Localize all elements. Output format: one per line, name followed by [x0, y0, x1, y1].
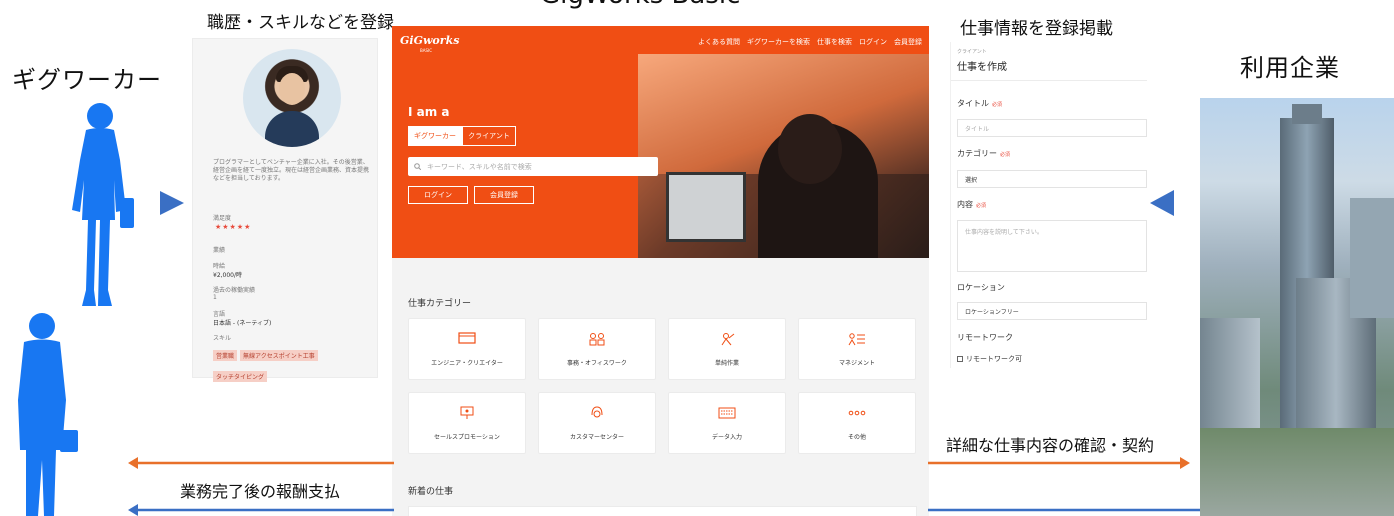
company-label: 利用企業: [1240, 54, 1340, 82]
remote-checkbox[interactable]: [957, 356, 963, 362]
gigworks-site: GiGworks BASIC よくある質問 ギグワーカーを検索 仕事を検索 ログ…: [392, 26, 929, 516]
recent-label: 過去の稼働実績: [213, 287, 256, 294]
form-heading: 仕事を作成: [957, 62, 1007, 73]
arrow-right-icon: [160, 191, 184, 215]
search-placeholder: キーワード、スキルや名前で検索: [427, 162, 532, 171]
rate-value: ¥2,000/時: [213, 272, 243, 279]
category-label: マネジメント: [838, 359, 875, 367]
nav-login[interactable]: ログイン: [859, 37, 887, 47]
category-label: セールスプロモーション: [434, 433, 500, 441]
location-label: ロケーション: [957, 283, 1005, 292]
lang-label: 言語: [213, 311, 226, 318]
category-label: データ入力: [711, 433, 742, 441]
rate-label: 時給: [213, 263, 226, 270]
site-logo[interactable]: GiGworks: [400, 34, 459, 47]
category-label: 単純作業: [714, 359, 739, 367]
remote-checkbox-label: リモートワーク可: [966, 355, 1022, 363]
register-button[interactable]: 会員登録: [474, 186, 534, 204]
top-nav: よくある質問 ギグワーカーを検索 仕事を検索 ログイン 会員登録: [698, 37, 922, 47]
category-select[interactable]: 選択: [957, 170, 1147, 188]
profile-bio: プログラマーとしてベンチャー企業に入社。その後営業、経営企画を経て一度独立。現在…: [213, 159, 370, 182]
flow-right-text: 詳細な仕事内容の確認・契約: [946, 436, 1155, 455]
arrow-orange-right-icon: [928, 457, 1190, 469]
people-icon: [587, 332, 607, 346]
chart-person-icon: [847, 332, 867, 346]
hero-photo: [638, 54, 929, 258]
avatar: [243, 49, 341, 147]
new-jobs-title: 新着の仕事: [408, 487, 454, 497]
form-caption: 仕事情報を登録掲載: [960, 19, 1113, 39]
title-label: タイトル 必須: [957, 99, 1003, 108]
woman-silhouette-icon: [72, 103, 134, 306]
category-card[interactable]: エンジニア・クリエイター: [408, 318, 526, 380]
skill-tag: タッチタイピング: [213, 371, 268, 382]
nav-register[interactable]: 会員登録: [894, 37, 922, 47]
hero-heading: I am a: [408, 105, 450, 119]
man-silhouette-icon: [18, 313, 78, 516]
presentation-icon: [457, 406, 477, 420]
category-card[interactable]: 単純作業: [668, 318, 786, 380]
form-breadcrumb: クライアント: [957, 49, 987, 55]
remote-checkbox-row[interactable]: リモートワーク可: [957, 354, 1022, 364]
category-card[interactable]: 事務・オフィスワーク: [538, 318, 656, 380]
category-label: エンジニア・クリエイター: [431, 359, 503, 367]
skills-label: スキル: [213, 335, 232, 342]
category-card[interactable]: カスタマーセンター: [538, 392, 656, 454]
nav-search-workers[interactable]: ギグワーカーを検索: [747, 37, 810, 47]
headset-icon: [587, 405, 607, 420]
monitor-icon: [457, 332, 477, 346]
recent-value: 1: [213, 294, 217, 301]
category-label: その他: [847, 433, 866, 441]
dots-icon: [847, 406, 867, 420]
city-buildings-image: [1200, 98, 1394, 516]
new-jobs-list: [408, 506, 917, 516]
login-button[interactable]: ログイン: [408, 186, 468, 204]
category-label: カテゴリー 必須: [957, 149, 1011, 158]
category-card[interactable]: セールスプロモーション: [408, 392, 526, 454]
category-label: カスタマーセンター: [569, 433, 624, 441]
site-logo-sub: BASIC: [420, 48, 432, 53]
profile-caption: 職歴・スキルなどを登録: [207, 13, 394, 33]
category-card[interactable]: データ入力: [668, 392, 786, 454]
hero-section: GiGworks BASIC よくある質問 ギグワーカーを検索 仕事を検索 ログ…: [392, 26, 929, 258]
skills-list: 営業職 無線アクセスポイント工事タッチタイピング: [213, 343, 373, 385]
flow-left-text: 業務完了後の報酬支払: [180, 482, 341, 501]
category-grid: エンジニア・クリエイター 事務・オフィスワーク 単純作業 マネジメント セールス…: [408, 318, 916, 454]
profile-card: プログラマーとしてベンチャー企業に入社。その後営業、経営企画を経て一度独立。現在…: [192, 38, 378, 382]
arrow-blue-left-icon: [128, 504, 394, 516]
rating-label: 満足度: [213, 215, 232, 222]
title-input[interactable]: タイトル: [957, 119, 1147, 137]
content-textarea[interactable]: 仕事内容を説明して下さい。: [957, 220, 1147, 272]
nav-faq[interactable]: よくある質問: [698, 37, 740, 47]
search-input[interactable]: キーワード、スキルや名前で検索: [408, 157, 658, 176]
nav-search-jobs[interactable]: 仕事を検索: [817, 37, 852, 47]
diagram-title: GigWorks Basic: [540, 0, 740, 10]
keyboard-icon: [717, 406, 737, 420]
category-label: 事務・オフィスワーク: [567, 359, 627, 367]
rating-stars: ★★★★★: [215, 223, 252, 231]
search-icon: [414, 163, 421, 170]
location-select[interactable]: ロケーションフリー: [957, 302, 1147, 320]
arrow-left-icon: [1150, 190, 1174, 216]
remote-label: リモートワーク: [957, 333, 1013, 342]
gig-worker-label: ギグワーカー: [12, 66, 162, 94]
skill-tag: 営業職: [213, 350, 238, 361]
monitor-image: [666, 172, 746, 242]
arrow-orange-left-icon: [128, 457, 394, 469]
rank-label: 業績: [213, 247, 226, 254]
worker-icon: [717, 332, 737, 346]
segment-gig-worker[interactable]: ギグワーカー: [408, 126, 462, 146]
skill-tag: 無線アクセスポイント工事: [240, 350, 318, 361]
category-title: 仕事カテゴリー: [408, 299, 472, 309]
job-form: クライアント 仕事を作成 タイトル 必須 タイトル カテゴリー 必須 選択 内容 必須…: [950, 42, 1147, 368]
category-card[interactable]: マネジメント: [798, 318, 916, 380]
arrow-blue-line: [928, 508, 1200, 512]
category-card[interactable]: その他: [798, 392, 916, 454]
segment-client[interactable]: クライアント: [462, 126, 516, 146]
content-label: 内容 必須: [957, 200, 987, 209]
lang-value: 日本語 - (ネーティブ): [213, 320, 272, 327]
